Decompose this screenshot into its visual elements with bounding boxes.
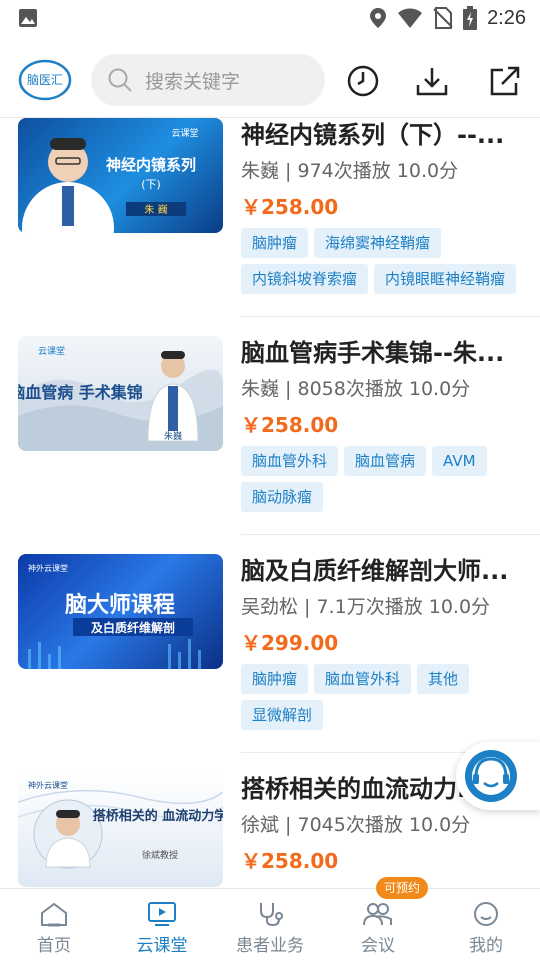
course-tag[interactable]: 脑血管外科 bbox=[314, 664, 412, 694]
course-tag[interactable]: AVM bbox=[432, 446, 487, 476]
course-cover-image: 神外云课堂 搭桥相关的 血流动力学 徐斌教授 bbox=[18, 780, 223, 869]
wifi-icon bbox=[398, 8, 423, 28]
share-icon bbox=[490, 66, 520, 96]
download-icon bbox=[416, 68, 448, 96]
home-icon bbox=[41, 902, 67, 927]
course-tag[interactable]: 海绵窦神经鞘瘤 bbox=[314, 228, 442, 258]
course-meta: 吴劲松 | 7.1万次播放 10.0分 bbox=[241, 596, 491, 618]
location-icon bbox=[370, 8, 387, 28]
svg-text:神外云课堂: 神外云课堂 bbox=[28, 563, 68, 573]
svg-text:云课堂: 云课堂 bbox=[171, 127, 198, 139]
tag-list: 脑肿瘤 脑血管外科 其他 显微解剖 bbox=[241, 664, 531, 730]
tag-list: 脑血管外科 脑血管病 AVM 脑动脉瘤 bbox=[241, 446, 531, 512]
video-icon bbox=[148, 902, 176, 926]
nav-label: 首页 bbox=[37, 936, 71, 956]
battery-icon bbox=[463, 6, 478, 30]
svg-text:脑血管病 手术集锦: 脑血管病 手术集锦 bbox=[18, 383, 143, 402]
meeting-icon bbox=[363, 903, 392, 926]
course-title[interactable]: 脑及白质纤维解剖大师... bbox=[241, 554, 526, 588]
tag-list: 脑肿瘤 海绵窦神经鞘瘤 内镜斜坡脊索瘤 内镜眼眶神经鞘瘤 bbox=[241, 228, 531, 294]
nav-profile[interactable]: 我的 bbox=[432, 889, 540, 960]
course-tag[interactable]: 脑动脉瘤 bbox=[241, 482, 324, 512]
divider bbox=[241, 316, 540, 317]
reservable-badge: 可预约 bbox=[376, 877, 429, 899]
svg-text:朱 巍: 朱 巍 bbox=[144, 204, 167, 216]
course-tag[interactable]: 显微解剖 bbox=[241, 700, 324, 730]
svg-text:搭桥相关的 血流动力学: 搭桥相关的 血流动力学 bbox=[93, 808, 223, 824]
clock-text: 2:26 bbox=[487, 6, 526, 29]
share-button[interactable] bbox=[486, 62, 524, 100]
nav-label: 云课堂 bbox=[136, 936, 188, 956]
course-tag[interactable]: 内镜眼眶神经鞘瘤 bbox=[374, 264, 517, 294]
course-price: ￥258.00 bbox=[241, 413, 339, 437]
course-price: ￥258.00 bbox=[241, 195, 339, 219]
svg-text:(下): (下) bbox=[141, 178, 161, 191]
svg-text:脑大师课程: 脑大师课程 bbox=[65, 592, 175, 618]
gallery-icon bbox=[19, 9, 37, 27]
clock-icon bbox=[347, 65, 379, 97]
nav-home[interactable]: 首页 bbox=[0, 889, 108, 960]
history-button[interactable] bbox=[344, 62, 382, 100]
customer-service-button[interactable] bbox=[456, 742, 540, 810]
status-bar: 2:26 bbox=[0, 0, 540, 38]
no-sim-icon bbox=[433, 7, 453, 29]
course-cover-image: 云课堂 神经内镜系列 (下) 朱 巍 bbox=[22, 127, 199, 233]
nav-meeting[interactable]: 可预约 会议 bbox=[324, 877, 432, 960]
course-cover-image: 神外云课堂 脑大师课程 及白质纤维解剖 bbox=[28, 563, 201, 669]
profile-icon bbox=[474, 902, 498, 926]
divider bbox=[241, 534, 540, 535]
course-meta: 朱巍 | 8058次播放 10.0分 bbox=[241, 378, 471, 400]
top-header: 脑医汇 搜索关键字 bbox=[0, 44, 540, 118]
svg-text:脑医汇: 脑医汇 bbox=[27, 73, 63, 87]
course-price: ￥258.00 bbox=[241, 849, 339, 873]
course-meta: 徐斌 | 7045次播放 10.0分 bbox=[241, 814, 471, 836]
svg-text:云课堂: 云课堂 bbox=[38, 345, 65, 357]
course-tag[interactable]: 脑肿瘤 bbox=[241, 228, 309, 258]
svg-text:神经内镜系列: 神经内镜系列 bbox=[106, 156, 196, 174]
course-price: ￥299.00 bbox=[241, 631, 339, 655]
course-tag[interactable]: 脑肿瘤 bbox=[241, 664, 309, 694]
course-tag[interactable]: 脑血管病 bbox=[344, 446, 427, 476]
course-tag[interactable]: 脑血管外科 bbox=[241, 446, 339, 476]
nav-patient-business[interactable]: 患者业务 bbox=[216, 889, 324, 960]
search-icon bbox=[108, 68, 132, 92]
svg-text:及白质纤维解剖: 及白质纤维解剖 bbox=[91, 620, 175, 635]
search-input[interactable]: 搜索关键字 bbox=[91, 54, 325, 106]
stethoscope-icon bbox=[260, 903, 283, 927]
course-title[interactable]: 神经内镜系列（下）--... bbox=[241, 118, 526, 152]
svg-text:神外云课堂: 神外云课堂 bbox=[28, 780, 68, 790]
course-meta: 朱巍 | 974次播放 10.0分 bbox=[241, 160, 459, 182]
course-thumbnail[interactable]: 云课堂 脑血管病 手术集锦 朱巍 bbox=[18, 336, 223, 451]
download-button[interactable] bbox=[413, 62, 451, 100]
svg-text:徐斌教授: 徐斌教授 bbox=[142, 849, 178, 861]
course-title[interactable]: 脑血管病手术集锦--朱... bbox=[241, 336, 526, 370]
search-placeholder: 搜索关键字 bbox=[145, 70, 241, 93]
nav-label: 会议 bbox=[361, 936, 395, 956]
course-thumbnail[interactable]: 神外云课堂 脑大师课程 及白质纤维解剖 bbox=[18, 554, 223, 669]
headset-icon bbox=[465, 750, 517, 802]
course-cover-image: 云课堂 脑血管病 手术集锦 朱巍 bbox=[18, 345, 223, 451]
svg-text:朱巍: 朱巍 bbox=[164, 430, 182, 442]
nav-label: 患者业务 bbox=[236, 936, 304, 956]
course-thumbnail[interactable]: 神外云课堂 搭桥相关的 血流动力学 徐斌教授 bbox=[18, 772, 223, 887]
course-thumbnail[interactable]: 云课堂 神经内镜系列 (下) 朱 巍 bbox=[18, 118, 223, 233]
nav-cloud-classroom[interactable]: 云课堂 bbox=[108, 889, 216, 960]
bottom-navigation: 首页 云课堂 患者业务 可预约 会议 我的 bbox=[0, 877, 540, 960]
course-tag[interactable]: 内镜斜坡脊索瘤 bbox=[241, 264, 369, 294]
course-tag[interactable]: 其他 bbox=[417, 664, 470, 694]
nav-label: 我的 bbox=[469, 936, 503, 956]
app-logo[interactable]: 脑医汇 bbox=[18, 58, 72, 102]
